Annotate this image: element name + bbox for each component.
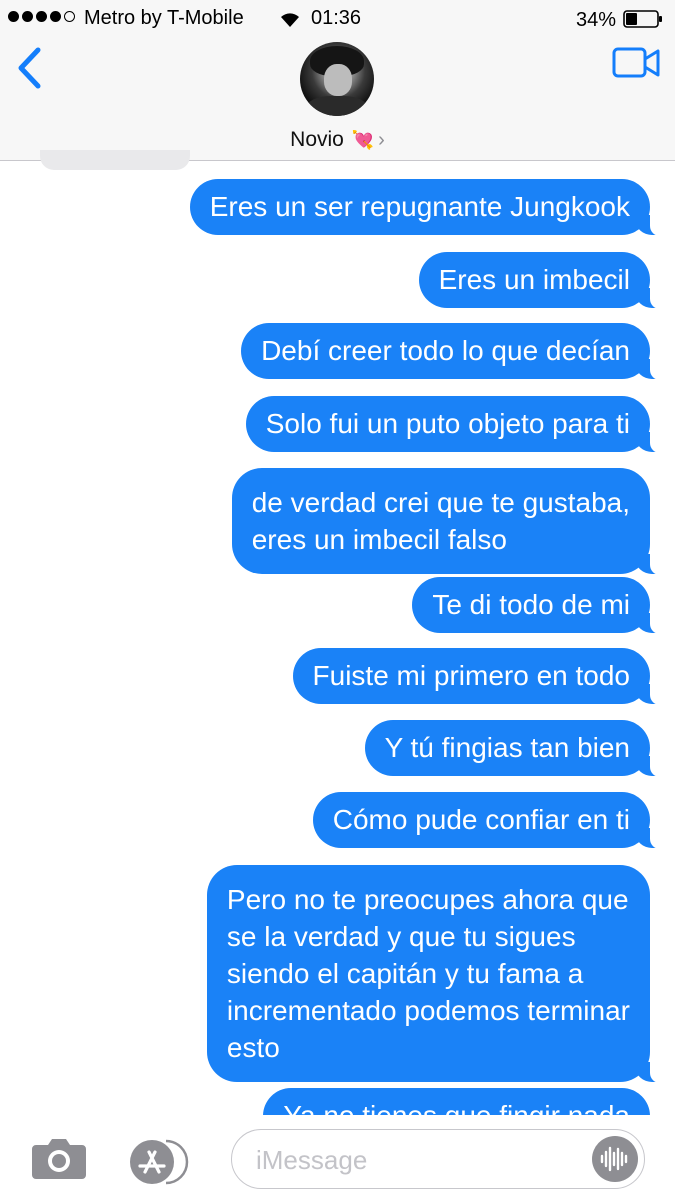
message-bubble[interactable]: Eres un imbecil <box>418 252 665 309</box>
video-camera-icon <box>612 47 660 78</box>
message-bubble[interactable]: de verdad crei que te gustaba, eres un i… <box>231 468 665 575</box>
message-thread[interactable]: Eres un ser repugnante Jungkook Eres un … <box>0 160 675 1115</box>
message-line: de verdad crei que te gustaba, <box>251 487 630 518</box>
wifi-icon <box>281 13 299 27</box>
message-line: esto <box>226 1032 280 1063</box>
contact-avatar[interactable] <box>300 42 374 116</box>
message-line: se la verdad y que tu sigues <box>226 921 576 952</box>
clock-time: 01:36 <box>311 7 362 29</box>
contact-name-button[interactable]: Novio 💘 › <box>0 128 675 152</box>
message-text: Cómo pude confiar en ti <box>332 804 630 835</box>
message-text: Te di todo de mi <box>432 589 630 620</box>
app-store-button[interactable] <box>126 1138 192 1186</box>
message-line: Pero no te preocupes ahora que <box>226 884 629 915</box>
contact-name: Novio <box>290 128 344 151</box>
message-bubble[interactable]: Solo fui un puto objeto para ti <box>245 396 665 453</box>
message-field[interactable] <box>231 1129 645 1189</box>
message-line: eres un imbecil falso <box>251 524 507 555</box>
message-input[interactable] <box>254 1142 578 1178</box>
camera-button[interactable] <box>30 1135 88 1181</box>
message-bubble[interactable]: Y tú fingias tan bien <box>364 720 665 777</box>
signal-strength-icon <box>8 11 75 22</box>
message-bubble[interactable]: Te di todo de mi <box>412 577 664 634</box>
status-bar: Metro by T-Mobile 01:36 34% <box>0 0 675 38</box>
battery-percentage: 34% <box>576 9 617 31</box>
message-text: Ya no tienes que fingir nada <box>283 1100 630 1115</box>
message-text: Fuiste mi primero en todo <box>312 660 630 691</box>
back-button[interactable] <box>14 46 44 90</box>
message-line: siendo el capitán y tu fama a <box>226 958 584 989</box>
audio-message-button[interactable] <box>592 1136 638 1182</box>
message-bubble[interactable]: Fuiste mi primero en todo <box>292 648 665 705</box>
chevron-left-icon <box>18 47 41 89</box>
message-text: Y tú fingias tan bien <box>384 732 630 763</box>
message-bubble[interactable]: Cómo pude confiar en ti <box>312 792 665 849</box>
message-bubble[interactable]: Eres un ser repugnante Jungkook <box>189 179 665 236</box>
audio-waveform-icon <box>600 1146 628 1172</box>
app-store-icon <box>130 1139 189 1185</box>
message-text: Solo fui un puto objeto para ti <box>265 408 630 439</box>
message-bubble[interactable]: Ya no tienes que fingir nada <box>263 1088 650 1115</box>
compose-bar <box>0 1115 675 1200</box>
battery-icon <box>623 10 662 28</box>
message-bubble[interactable]: Pero no te preocupes ahora que se la ver… <box>206 865 665 1083</box>
camera-icon <box>32 1139 86 1179</box>
message-line: incrementado podemos terminar <box>226 995 630 1026</box>
message-text: Debí creer todo lo que decían <box>261 335 630 366</box>
message-text: Eres un ser repugnante Jungkook <box>209 191 630 222</box>
message-bubble[interactable]: Debí creer todo lo que decían <box>241 323 664 380</box>
message-text: Eres un imbecil <box>438 264 630 295</box>
previous-incoming-bubble <box>40 150 190 170</box>
video-call-button[interactable] <box>612 46 662 80</box>
heart-emoji-icon: 💘 <box>351 130 375 150</box>
chevron-right-icon: › <box>378 129 385 151</box>
carrier-name: Metro by T-Mobile <box>84 7 244 29</box>
